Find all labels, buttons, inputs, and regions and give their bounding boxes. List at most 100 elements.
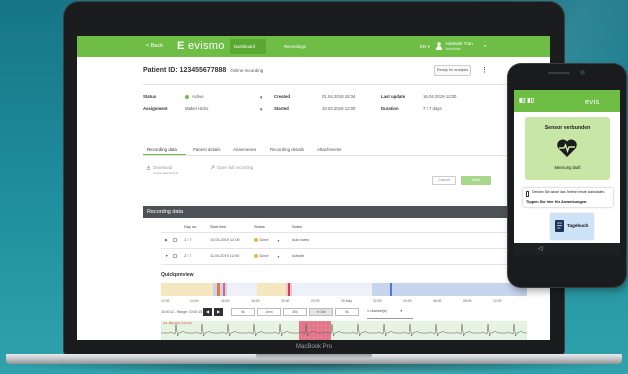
time-tick: 25 May: [341, 299, 353, 303]
cancel-button[interactable]: Cancel: [432, 176, 456, 185]
zoom-button[interactable]: 30s: [283, 308, 307, 316]
prev-button[interactable]: ◀: [203, 308, 212, 316]
ecg-trace: [161, 321, 527, 340]
recording-data-header: Recordng data: [143, 206, 543, 218]
zoom-button-active[interactable]: ½ 10s: [309, 308, 333, 316]
phone-status-icons: ▮▯ ▮▯: [519, 98, 534, 104]
status-text: Active: [192, 94, 204, 99]
user-menu-caret[interactable]: ▾: [484, 43, 486, 48]
assignment-caret[interactable]: ▼: [259, 107, 263, 112]
download-icon: [146, 165, 151, 170]
next-button[interactable]: ▶: [214, 308, 223, 316]
quickpreview-title: Quickpreview: [161, 272, 194, 278]
phone-icon: [526, 191, 529, 197]
timeline-event: [288, 283, 290, 296]
row-status[interactable]: Done: [254, 254, 269, 258]
instructions-link[interactable]: Tippen Sie hier für Anweisungen.: [526, 199, 614, 204]
nav-recordings[interactable]: Recordings: [284, 44, 306, 49]
time-tick: 14:00: [190, 299, 199, 303]
divider: [161, 248, 527, 249]
download-button[interactable]: Download: [153, 165, 172, 170]
phone-app-header: ▮▯ ▮▯ evis: [514, 90, 620, 112]
started-label: Started: [274, 106, 289, 111]
row-checkbox[interactable]: [173, 254, 177, 258]
row-start: 11.04.2019 12:00: [210, 254, 240, 258]
language-value: EN: [420, 44, 427, 49]
phone-brand: evis: [585, 97, 600, 106]
status-dot: [254, 254, 258, 258]
tab-recording-details[interactable]: Recording details: [270, 147, 304, 152]
more-menu-icon[interactable]: ⋮: [481, 66, 488, 74]
status-dot: [254, 238, 258, 242]
phone-camera: [580, 70, 585, 75]
row-expand-icon[interactable]: ▶: [165, 238, 168, 242]
channel-select[interactable]: 1 channel(s) ▼: [367, 309, 403, 313]
col-notes: Notes: [292, 225, 302, 229]
laptop-shadow: [0, 364, 628, 374]
assignment-value[interactable]: Mabel Hicks: [185, 106, 208, 111]
row-day: 1 / 7: [184, 238, 192, 242]
timeline-event: [217, 283, 220, 296]
range-text: 15:40:11 - Range: 10:00:15: [161, 310, 203, 314]
evismo-logo[interactable]: E evismo: [177, 40, 225, 52]
row-notes[interactable]: Activite: [292, 254, 304, 258]
time-tick: 02:00: [373, 299, 382, 303]
time-tick: 16:00: [221, 299, 230, 303]
phone-screen: ▮▯ ▮▯ evis Sensor verbunden Messung läuf…: [514, 90, 620, 255]
row-start: 10.04.2019 12:00: [210, 238, 240, 242]
measurement-running: Messung läuft: [554, 165, 581, 170]
tab-patient-details[interactable]: Patient details: [193, 147, 221, 152]
status-value[interactable]: Active: [185, 94, 204, 99]
timeline-event: [223, 283, 225, 296]
recording-mode: Online recording: [230, 68, 264, 73]
row-notes[interactable]: Add notes: [292, 238, 309, 242]
sensor-connected-title: Sensor verbunden: [544, 125, 591, 131]
user-name[interactable]: Adelaide Tran: [445, 41, 473, 46]
timeline-segment: [292, 283, 372, 296]
col-start-time: Start time: [210, 225, 227, 229]
tab-recording-data[interactable]: Recording data: [147, 147, 177, 152]
time-tick: 12:00: [161, 299, 170, 303]
back-link[interactable]: < Back: [146, 43, 163, 49]
sensor-status-card: Sensor verbunden Messung läuft: [525, 117, 610, 180]
language-caret: ▾: [427, 44, 430, 49]
row-status-text: Done: [259, 238, 269, 243]
channel-select-value: 1 channel(s): [367, 309, 387, 313]
tab-attachments[interactable]: Attachments: [317, 147, 341, 152]
assignment-label: Assignment: [143, 106, 168, 111]
user-icon: [436, 42, 442, 50]
tab-anamneses[interactable]: Anamneses: [233, 147, 256, 152]
status-caret[interactable]: ▼: [259, 95, 263, 100]
phone-back-icon[interactable]: ◁: [538, 245, 543, 252]
timeline-event: [390, 283, 392, 296]
time-tick: 22:00: [311, 299, 320, 303]
diary-icon: [555, 220, 564, 232]
zoom-button[interactable]: 1min: [257, 308, 281, 316]
row-status[interactable]: Done: [254, 238, 269, 242]
time-tick: 08:00: [463, 299, 472, 303]
diary-button[interactable]: Tagebuch: [550, 213, 594, 240]
row-status-caret[interactable]: ▼: [277, 255, 280, 259]
phone-speaker: [548, 72, 570, 74]
language-select[interactable]: EN ▾: [420, 44, 430, 50]
time-tick: 18:00: [251, 299, 260, 303]
created-label: Created: [274, 94, 291, 99]
device-label: MacBook Pro: [295, 344, 332, 350]
row-expand-icon[interactable]: ▼: [165, 254, 168, 258]
col-status: Status: [254, 225, 265, 229]
row-checkbox[interactable]: [173, 238, 177, 242]
quickpreview-timeline[interactable]: [161, 283, 527, 296]
col-day: Day no.: [184, 225, 198, 229]
open-full-recording-link[interactable]: Open full recording: [217, 165, 253, 170]
charge-reminder[interactable]: Denken Sie daran das Telefon heute aufzu…: [523, 188, 613, 207]
time-tick: 04:00: [403, 299, 412, 303]
zoom-button[interactable]: 6s: [231, 308, 255, 316]
row-status-caret[interactable]: ▼: [277, 239, 280, 243]
save-button[interactable]: Save: [461, 176, 491, 185]
row-day: 2 / 7: [184, 254, 192, 258]
row-status-text: Done: [259, 254, 269, 259]
ready-for-analysis-button[interactable]: Ready for analysis: [434, 65, 471, 76]
nav-dashboard[interactable]: Dashboard: [234, 44, 255, 49]
time-tick: 20:00: [281, 299, 290, 303]
zoom-button[interactable]: 5s: [335, 308, 359, 316]
